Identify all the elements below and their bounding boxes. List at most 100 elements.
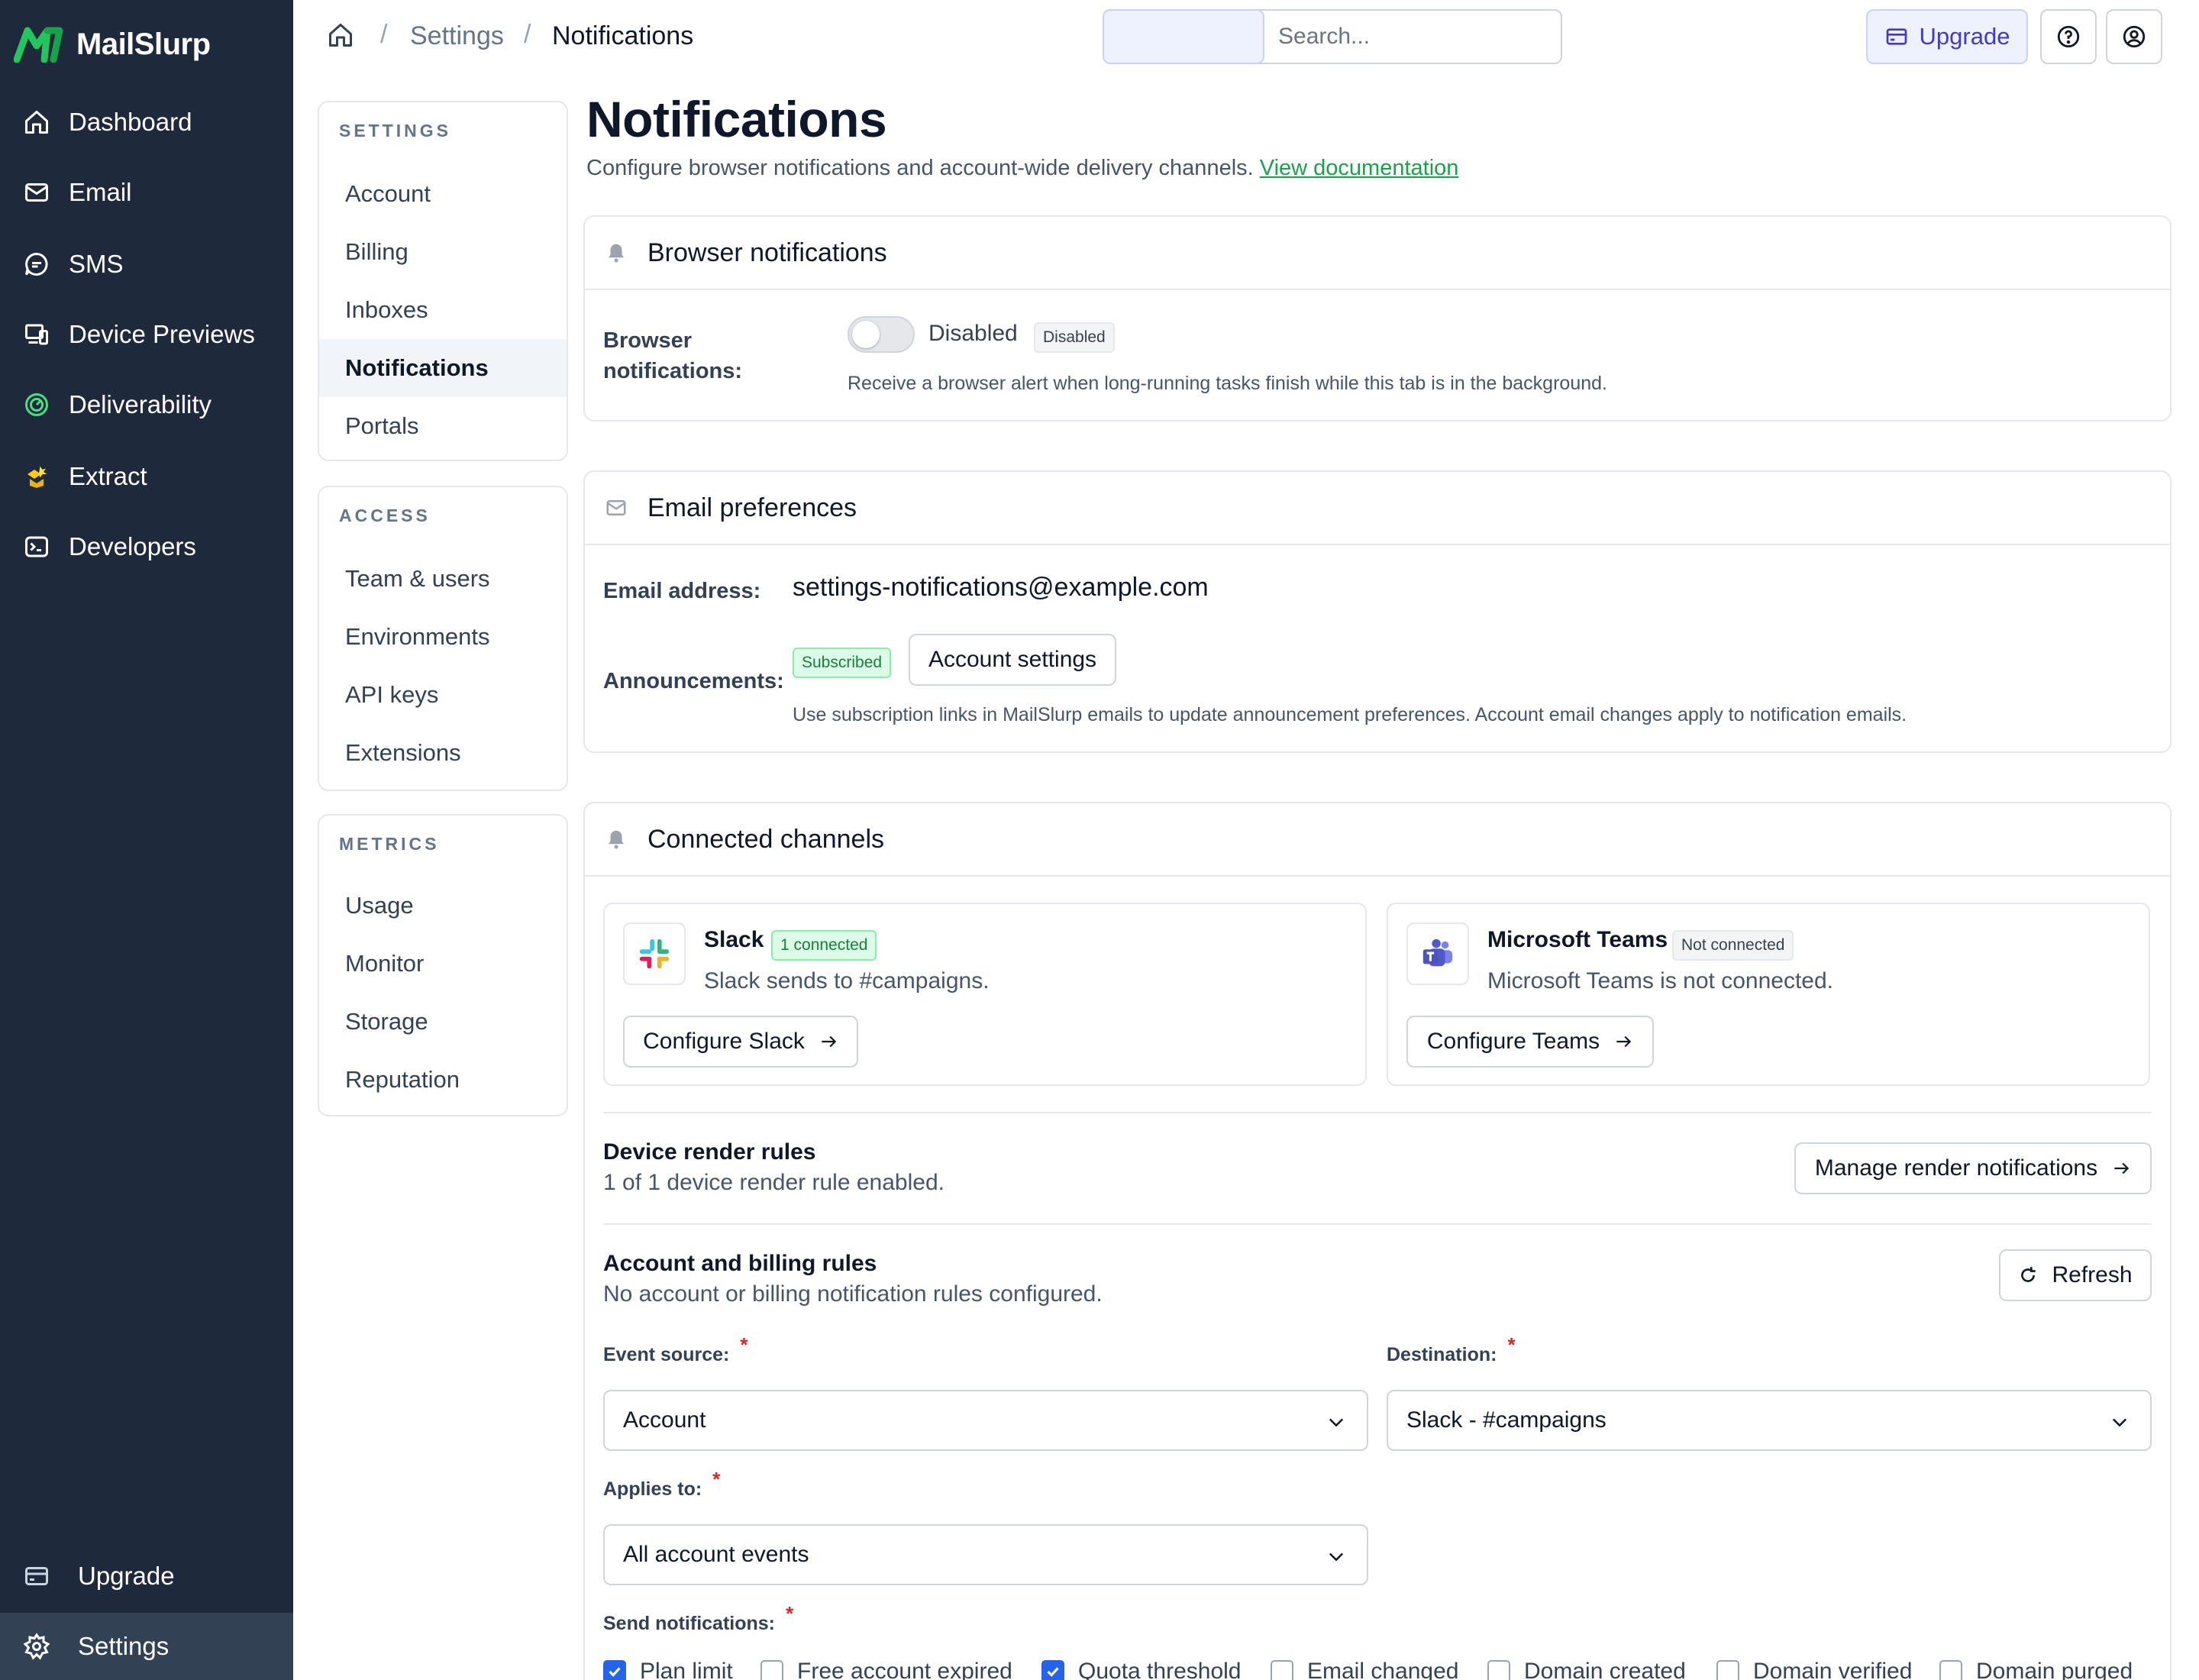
refresh-button[interactable]: Refresh [1999, 1249, 2152, 1301]
checkbox-label: Domain created [1524, 1659, 1686, 1680]
extract-icon [21, 461, 52, 492]
chevron-down-icon [2112, 1418, 2127, 1427]
mail-icon [21, 177, 52, 208]
checkbox-unchecked-icon[interactable] [1716, 1660, 1739, 1680]
button-label: Manage render notifications [1814, 1155, 2098, 1181]
subnav-settings-group: SETTINGS Account Billing Inboxes Notific… [318, 101, 568, 461]
email-address-value: settings-notifications@example.com [793, 573, 1209, 602]
announcements-label: Announcements: [603, 669, 784, 693]
subnav-access-group: ACCESS Team & users Environments API key… [318, 486, 568, 791]
applies-to-select[interactable]: All account events [603, 1524, 1368, 1585]
subnav-item-api-keys[interactable]: API keys [319, 666, 567, 724]
notification-checkbox[interactable]: Domain created [1487, 1659, 1686, 1680]
toggle-status-text: Disabled [928, 321, 1018, 346]
arrow-right-icon [1616, 1035, 1632, 1048]
checkbox-checked-icon[interactable] [1041, 1660, 1064, 1680]
nav-item-dashboard[interactable]: Dashboard [0, 95, 293, 150]
checkbox-unchecked-icon[interactable] [1939, 1660, 1962, 1680]
breadcrumb-separator: / [524, 20, 531, 49]
subnav-item-billing[interactable]: Billing [319, 223, 567, 281]
event-source-label: Event source: * [603, 1333, 748, 1366]
notification-checkbox[interactable]: Email changed [1271, 1659, 1458, 1680]
subnav-item-account[interactable]: Account [319, 165, 567, 223]
browser-notifications-card: Browser notifications Browser notificati… [583, 215, 2172, 422]
credit-card-icon [21, 1561, 52, 1591]
notification-checkbox[interactable]: Domain purged [1939, 1659, 2133, 1680]
nav-item-email[interactable]: Email [0, 165, 293, 220]
nav-label: SMS [69, 250, 124, 278]
checkbox-checked-icon[interactable] [603, 1660, 626, 1680]
subnav-item-environments[interactable]: Environments [319, 608, 567, 666]
checkbox-unchecked-icon[interactable] [760, 1660, 783, 1680]
browser-notifications-toggle[interactable] [848, 316, 915, 353]
page-subtitle-text: Configure browser notifications and acco… [586, 156, 1254, 180]
destination-select[interactable]: Slack - #campaigns [1387, 1390, 2152, 1451]
subnav-item-monitor[interactable]: Monitor [319, 935, 567, 993]
search-box[interactable] [1219, 9, 1562, 64]
notification-checkbox[interactable]: Quota threshold [1041, 1659, 1241, 1680]
channel-name: Slack [704, 927, 764, 952]
mailslurp-logo-icon [14, 27, 63, 63]
home-icon [21, 107, 52, 137]
upgrade-button[interactable] [1103, 9, 1264, 64]
nav-item-sms[interactable]: SMS [0, 237, 293, 292]
button-label: Configure Teams [1426, 1029, 1600, 1054]
brand-logo[interactable]: MailSlurp [14, 24, 211, 64]
subnav-item-storage[interactable]: Storage [319, 993, 567, 1051]
breadcrumb-settings[interactable]: Settings [410, 21, 504, 51]
subnav-item-portals[interactable]: Portals [319, 397, 567, 455]
card-header: Connected channels [585, 803, 2170, 877]
checkbox-unchecked-icon[interactable] [1487, 1660, 1510, 1680]
nav-item-upgrade[interactable]: Upgrade [0, 1549, 293, 1604]
send-notifications-label: Send notifications: * [603, 1602, 793, 1635]
search-input[interactable] [1278, 24, 1553, 50]
notification-checkbox[interactable]: Domain verified [1716, 1659, 1912, 1680]
section-divider [603, 1223, 2152, 1225]
nav-item-deliverability[interactable]: Deliverability [0, 377, 293, 432]
checkbox-unchecked-icon[interactable] [1271, 1660, 1293, 1680]
upgrade-button[interactable]: Upgrade [1866, 9, 2028, 64]
subnav-item-notifications[interactable]: Notifications [319, 339, 567, 397]
nav-item-extract[interactable]: Extract [0, 449, 293, 504]
subnav-item-inboxes[interactable]: Inboxes [319, 281, 567, 339]
nav-label: Email [69, 178, 132, 206]
nav-item-device-previews[interactable]: Device Previews [0, 307, 293, 362]
account-settings-button[interactable]: Account settings [909, 634, 1116, 686]
notification-checkbox[interactable]: Free account expired [760, 1659, 1012, 1680]
configure-teams-button[interactable]: Configure Teams [1406, 1016, 1654, 1068]
channel-description: Slack sends to #campaigns. [704, 968, 990, 993]
breadcrumb-home-icon[interactable] [327, 21, 357, 52]
subscribed-badge: Subscribed [793, 648, 892, 678]
notification-checkbox[interactable]: Plan limit [603, 1659, 733, 1680]
required-marker: * [786, 1602, 794, 1625]
user-circle-icon [2123, 25, 2146, 48]
nav-label: Dashboard [69, 108, 192, 136]
manage-render-notifications-button[interactable]: Manage render notifications [1794, 1142, 2152, 1194]
subnav-item-reputation[interactable]: Reputation [319, 1051, 567, 1109]
checkbox-label: Domain purged [1976, 1659, 2133, 1680]
card-title: Connected channels [647, 824, 885, 854]
subnav-item-usage[interactable]: Usage [319, 877, 567, 935]
subnav-item-extensions[interactable]: Extensions [319, 724, 567, 782]
gear-icon [21, 1631, 52, 1662]
configure-slack-button[interactable]: Configure Slack [623, 1016, 858, 1068]
help-button[interactable] [2040, 9, 2097, 64]
select-value: All account events [623, 1542, 809, 1567]
section-divider [603, 1112, 2152, 1113]
browser-help-text: Receive a browser alert when long-runnin… [848, 373, 1607, 394]
nav-label: Developers [69, 532, 196, 561]
nav-item-developers[interactable]: Developers [0, 519, 293, 574]
label-text: Destination: [1387, 1344, 1497, 1365]
status-badge: Disabled [1034, 322, 1115, 353]
subnav-item-team-users[interactable]: Team & users [319, 550, 567, 608]
label-text: Applies to: [603, 1478, 702, 1500]
arrow-right-icon [822, 1035, 837, 1048]
render-rules-text: 1 of 1 device render rule enabled. [603, 1170, 945, 1195]
view-documentation-link[interactable]: View documentation [1260, 156, 1459, 180]
teams-channel-card: Microsoft Teams Not connected Microsoft … [1387, 903, 2150, 1086]
event-source-select[interactable]: Account [603, 1390, 1368, 1451]
required-marker: * [712, 1468, 721, 1491]
account-button[interactable] [2106, 9, 2162, 64]
nav-item-settings[interactable]: Settings [0, 1613, 293, 1680]
mail-icon [606, 500, 626, 515]
